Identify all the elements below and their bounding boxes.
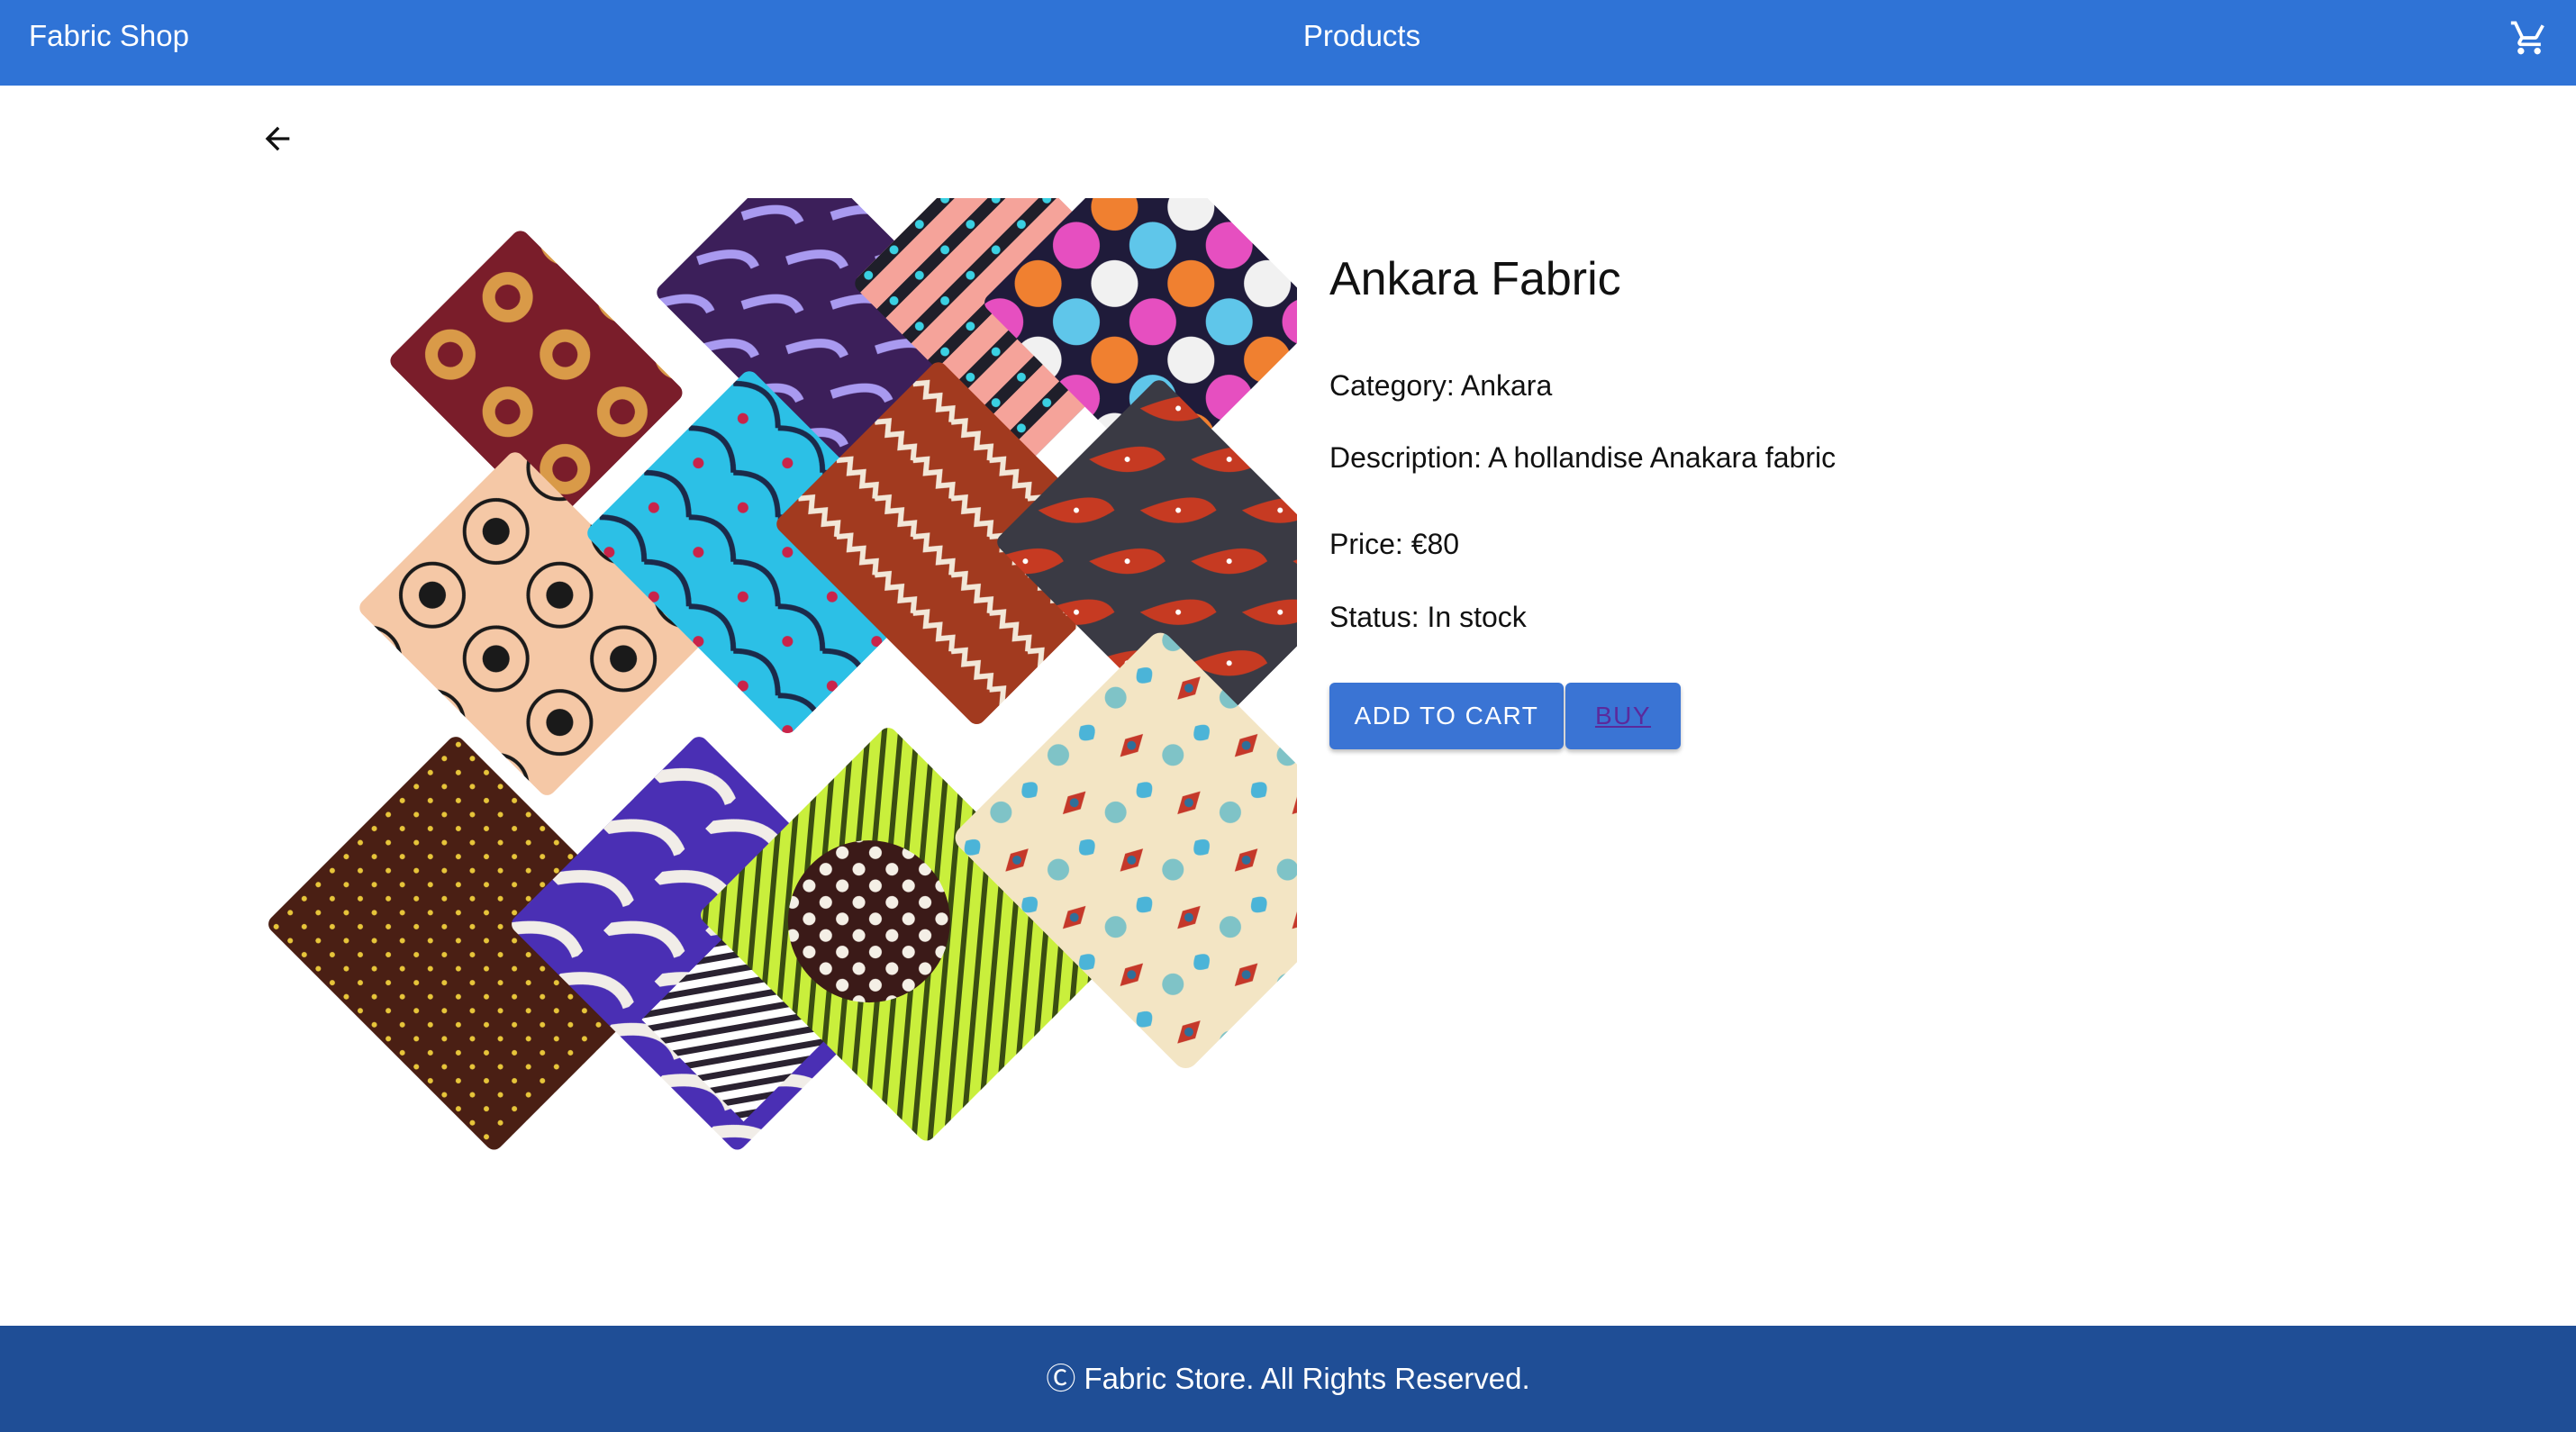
add-to-cart-button[interactable]: ADD TO CART <box>1329 683 1564 749</box>
product-description: Description: A hollandise Anakara fabric <box>1329 441 1837 474</box>
arrow-left-icon <box>265 126 290 151</box>
product-details: Ankara Fabric Category: Ankara Descripti… <box>1329 243 2410 749</box>
shopping-cart-icon <box>2510 21 2544 55</box>
nav-products-container: Products <box>0 0 2576 72</box>
product-status: Status: In stock <box>1329 601 1527 633</box>
back-button[interactable] <box>250 112 304 166</box>
product-title: Ankara Fabric <box>1329 253 1621 305</box>
app-footer: Ⓒ Fabric Store. All Rights Reserved. <box>0 1326 2576 1432</box>
product-price: Price: €80 <box>1329 528 1460 560</box>
product-actions: ADD TO CART BUY <box>1329 683 1681 749</box>
product-category: Category: Ankara <box>1329 369 1553 402</box>
footer-copyright: Ⓒ Fabric Store. All Rights Reserved. <box>1046 1362 1530 1395</box>
app-header: Fabric Shop Products <box>0 0 2576 86</box>
cart-button[interactable] <box>2504 13 2554 63</box>
fabric-product-image <box>268 198 1297 1150</box>
nav-products-link[interactable]: Products <box>1303 19 1420 52</box>
buy-button[interactable]: BUY <box>1565 683 1681 749</box>
brand-title[interactable]: Fabric Shop <box>29 0 189 72</box>
